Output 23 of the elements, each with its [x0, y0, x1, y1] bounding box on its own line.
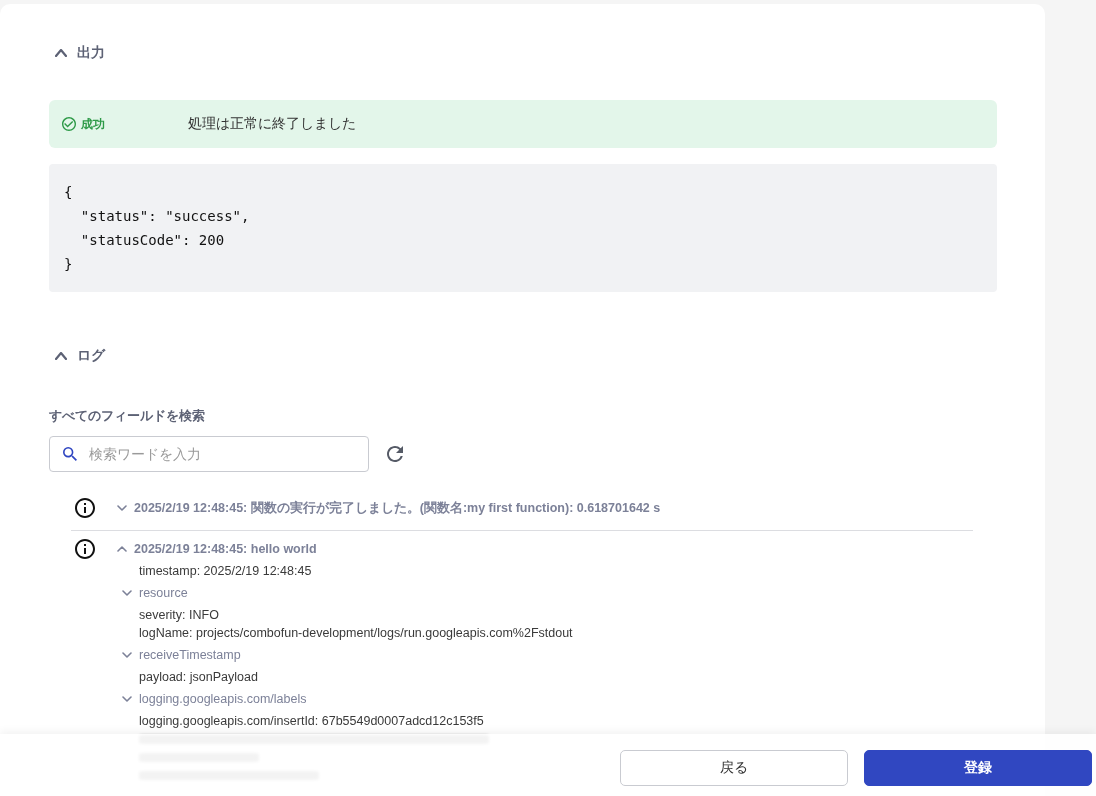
log-entry-toggle[interactable]: 2025/2/19 12:48:45: 関数の実行が完了しました。(関数名:my first function): 0.618701642 s	[117, 497, 661, 519]
log-field: timestamp: 2025/2/19 12:48:45	[139, 562, 312, 580]
log-field: severity: INFO	[139, 606, 219, 624]
status-message: 処理は正常に終了しました	[188, 115, 356, 133]
section-header[interactable]: ログ	[49, 344, 111, 368]
log-group-toggle[interactable]: logging.googleapis.com/labels	[122, 690, 307, 708]
search-label: すべてのフィールドを検索	[49, 407, 205, 425]
search-field[interactable]: 検索ワードを入力	[49, 436, 369, 472]
log-group-toggle[interactable]: receiveTimestamp	[122, 646, 241, 664]
search-icon	[63, 447, 77, 461]
status-label: 成功	[81, 115, 106, 133]
refresh-icon[interactable]	[387, 446, 403, 462]
info-icon	[75, 498, 95, 518]
log-field: logging.googleapis.com/insertId: 67b5549d0007adcd12c153f5	[139, 712, 484, 730]
submit-button[interactable]: 登録	[864, 750, 1092, 786]
log-field: payload: jsonPayload	[139, 668, 258, 686]
log-entry-toggle[interactable]: 2025/2/19 12:48:45: hello world	[117, 538, 317, 560]
log-field: logName: projects/combofun-development/logs/run.googleapis.com%2Fstdout	[139, 624, 573, 642]
log-group-toggle[interactable]: resource	[122, 584, 188, 602]
section-header[interactable]: 出力	[49, 41, 111, 65]
code-text: { "status": "success", "statusCode": 200 }	[64, 183, 250, 274]
back-button[interactable]: 戻る	[620, 750, 848, 786]
info-icon	[75, 539, 95, 559]
